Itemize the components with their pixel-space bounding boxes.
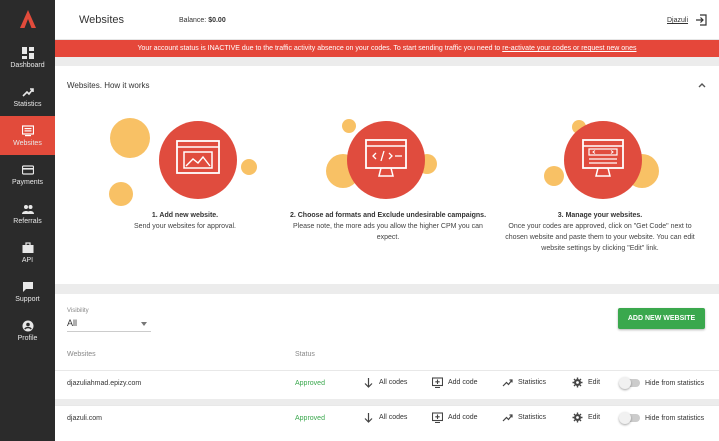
sidebar-item-label: Dashboard [10,61,45,69]
sidebar-item-label: Support [15,295,40,303]
visibility-select[interactable]: All [67,318,151,332]
add-code-icon [432,412,443,423]
toggle-switch[interactable] [619,412,640,424]
logo[interactable] [0,0,55,38]
table-row: djazuliahmad.epizy.com Approved All code… [55,370,719,398]
toggle-switch[interactable] [619,377,640,389]
card-icon [21,164,34,175]
add-code-button[interactable]: Add code [432,412,478,423]
caret-down-icon [141,322,147,326]
all-codes-label: All codes [379,379,408,386]
sidebar-item-payments[interactable]: Payments [0,155,55,194]
user-name[interactable]: Djazuli [667,17,688,24]
all-codes-label: All codes [379,414,408,421]
status-badge: Approved [295,380,325,387]
briefcase-icon [22,241,33,253]
visibility-label: Visibility [67,308,89,314]
trending-up-icon [502,379,513,387]
hide-from-statistics-label: Hide from statistics [645,379,705,387]
edit-button[interactable]: Edit [572,412,600,423]
sidebar-item-websites[interactable]: Websites [0,116,55,155]
trending-up-icon [502,414,513,422]
status-badge: Approved [295,415,325,422]
gear-icon [572,377,583,388]
sidebar: Dashboard Statistics Websites Payments R… [0,0,55,441]
chevron-up-icon[interactable] [697,80,707,90]
website-name: djazuliahmad.epizy.com [67,380,142,387]
websites-icon [21,124,34,136]
step-3-illustration [500,106,700,206]
inactive-alert: Your account status is INACTIVE due to t… [55,40,719,57]
step-1: 1. Add new website. Send your websites f… [85,106,285,232]
sidebar-item-label: Websites [13,139,42,147]
sidebar-item-dashboard[interactable]: Dashboard [0,38,55,77]
website-name: djazuli.com [67,415,103,422]
dashboard-icon [21,46,34,59]
sidebar-item-label: Profile [17,334,38,342]
step-2-illustration [288,106,488,206]
logout-icon[interactable] [695,14,707,26]
gear-icon [572,412,583,423]
step-2-head: 2. Choose ad formats and Exclude undesir… [289,212,487,219]
image-browser-icon [176,140,220,174]
account-icon [22,320,33,331]
edit-label: Edit [588,414,601,421]
sidebar-item-referrals[interactable]: Referrals [0,194,55,233]
hide-from-statistics-label: Hide from statistics [645,414,705,422]
statistics-button[interactable]: Statistics [502,377,546,388]
logo-icon [19,10,36,28]
reactivate-link[interactable]: re-activate your codes or request new on… [502,45,636,52]
step-3-text: Once your codes are approved, click on "… [505,223,695,252]
top-header: Websites Balance: $0.00 Djazuli [55,0,719,40]
trending-up-icon [21,87,34,97]
sidebar-item-api[interactable]: API [0,233,55,272]
statistics-label: Statistics [518,379,547,386]
visibility-value: All [67,318,78,328]
sidebar-item-label: Statistics [13,100,42,108]
edit-button[interactable]: Edit [572,377,600,388]
statistics-button[interactable]: Statistics [502,412,546,423]
column-header-websites: Websites [67,351,96,358]
websites-panel: Visibility All ADD NEW WEBSITE Websites … [55,294,719,441]
sidebar-item-label: Referrals [13,217,42,225]
hide-from-statistics-toggle[interactable]: Hide from statistics [619,377,705,389]
all-codes-button[interactable]: All codes [363,412,407,423]
how-it-works-panel: Websites. How it works 1. Add new websit… [55,66,719,284]
step-3-head: 3. Manage your websites. [557,212,643,219]
all-codes-button[interactable]: All codes [363,377,407,388]
balance: Balance: $0.00 [179,17,226,24]
sidebar-item-profile[interactable]: Profile [0,311,55,350]
chat-icon [22,281,33,292]
statistics-label: Statistics [518,414,547,421]
edit-label: Edit [588,379,601,386]
code-monitor-icon [365,139,407,177]
step-2-text: Please note, the more ads you allow the … [293,223,483,241]
people-icon [21,204,34,214]
sidebar-item-statistics[interactable]: Statistics [0,77,55,116]
add-code-button[interactable]: Add code [432,377,478,388]
page-title: Websites [79,14,125,26]
column-header-status: Status [295,351,315,358]
add-code-icon [432,377,443,388]
step-1-head: 1. Add new website. [151,212,219,219]
add-code-label: Add code [448,379,478,386]
alert-text: Your account status is INACTIVE due to t… [137,45,503,52]
sidebar-item-label: Payments [11,178,44,186]
step-3: 3. Manage your websites. Once your codes… [500,106,700,254]
sidebar-item-label: API [21,256,34,264]
balance-value: $0.00 [208,17,226,24]
step-1-text: Send your websites for approval. [134,223,236,230]
step-2: 2. Choose ad formats and Exclude undesir… [288,106,488,243]
table-row: djazuli.com Approved All codes Add code … [55,405,719,433]
arrow-down-icon [364,378,373,388]
sidebar-item-support[interactable]: Support [0,272,55,311]
hide-from-statistics-toggle[interactable]: Hide from statistics [619,412,705,424]
add-code-label: Add code [448,414,478,421]
how-it-works-title: Websites. How it works [67,81,150,90]
balance-label: Balance: [179,17,207,24]
add-new-website-button[interactable]: ADD NEW WEBSITE [618,308,705,329]
manage-monitor-icon [582,139,624,177]
arrow-down-icon [364,413,373,423]
step-1-illustration [85,106,285,206]
